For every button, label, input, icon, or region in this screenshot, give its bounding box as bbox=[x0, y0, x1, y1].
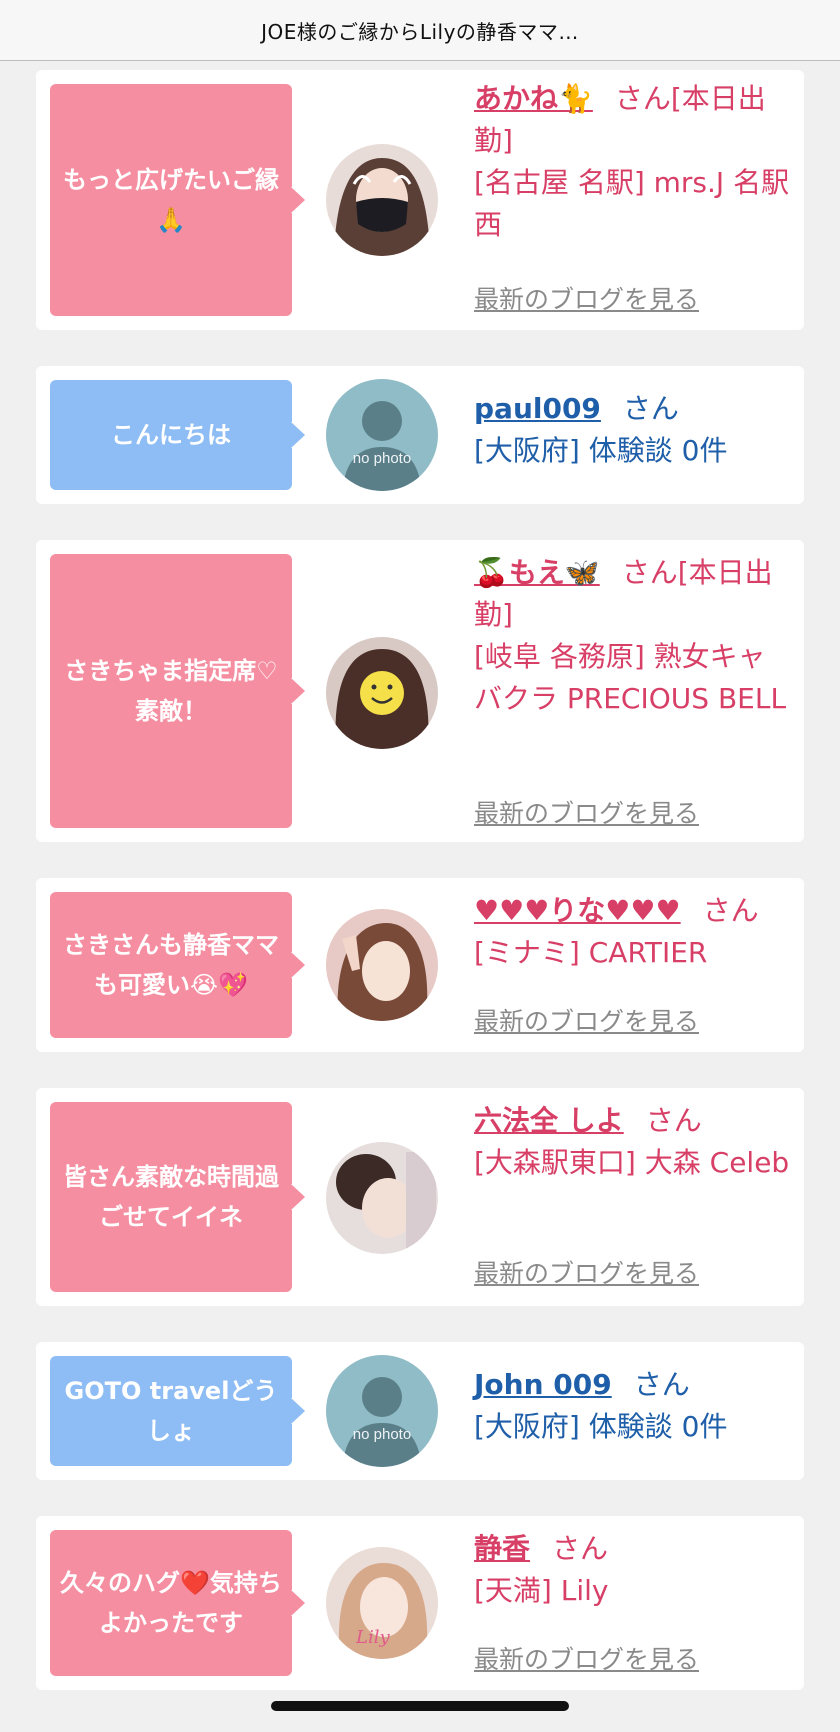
message-bubble: こんにちは bbox=[50, 380, 305, 490]
list-item: もっと広げたいご縁🙏 あかね🐈 さん[本日出勤] [名古屋 名駅] mrs.J 名… bbox=[36, 70, 804, 330]
message-bubble: もっと広げたいご縁🙏 bbox=[50, 84, 305, 316]
woman-lily-icon: Lily bbox=[326, 1547, 438, 1659]
list-item: GOTO travelどうしょ no photo John 009 さん [大阪府… bbox=[36, 1342, 804, 1480]
location-text: [大阪府] 体験談 0件 bbox=[474, 1410, 728, 1443]
location-text: [ミナミ] CARTIER bbox=[474, 936, 708, 969]
profile-name-link[interactable]: 六法全 しよ bbox=[474, 1104, 624, 1137]
woman-updo-icon bbox=[326, 1142, 438, 1254]
page-title-bar: JOE様のご縁からLilyの静香ママ… bbox=[0, 0, 840, 61]
blog-link[interactable]: 最新のブログを見る bbox=[474, 280, 699, 316]
profile-name-link[interactable]: John 009 bbox=[474, 1368, 612, 1401]
list-item: さきさんも静香ママも可愛い😭💖 ♥♥♥りな♥♥♥ さん [ミナミ] CARTIER… bbox=[36, 878, 804, 1052]
profile-name-link[interactable]: 🍒もえ🦋 bbox=[474, 556, 600, 589]
blog-link[interactable]: 最新のブログを見る bbox=[474, 1640, 699, 1676]
profile-name-link[interactable]: ♥♥♥りな♥♥♥ bbox=[474, 894, 681, 927]
message-bubble: GOTO travelどうしょ bbox=[50, 1356, 305, 1466]
location-text: [大森駅東口] 大森 Celeb bbox=[474, 1146, 790, 1179]
location-text: [名古屋 名駅] mrs.J 名駅西 bbox=[474, 166, 790, 241]
blog-link[interactable]: 最新のブログを見る bbox=[474, 1002, 699, 1038]
blog-link[interactable]: 最新のブログを見る bbox=[474, 1254, 699, 1290]
svg-text:Lily: Lily bbox=[355, 1627, 390, 1648]
profile-name-link[interactable]: paul009 bbox=[474, 392, 601, 425]
page-title: JOE様のご縁からLilyの静香ママ… bbox=[261, 19, 579, 44]
message-bubble: さきさんも静香ママも可愛い😭💖 bbox=[50, 892, 305, 1038]
woman-mask-icon bbox=[326, 144, 438, 256]
svg-text:no photo: no photo bbox=[353, 1426, 411, 1443]
avatar[interactable]: Lily bbox=[326, 1547, 438, 1659]
message-bubble: 久々のハグ❤️気持ちよかったです bbox=[50, 1530, 305, 1676]
no-photo-icon: no photo bbox=[326, 379, 438, 491]
profile-name-link[interactable]: 静香 bbox=[474, 1532, 530, 1565]
list-item: さきちゃま指定席♡素敵！ 🍒もえ🦋 さん[本日出勤] [岐阜 各務原] 熟女キャバ… bbox=[36, 540, 804, 842]
location-text: [大阪府] 体験談 0件 bbox=[474, 434, 728, 467]
list-item: こんにちは no photo paul009 さん [大阪府] 体験談 0件 bbox=[36, 366, 804, 504]
woman-peace-icon bbox=[326, 909, 438, 1021]
avatar[interactable] bbox=[326, 637, 438, 749]
no-photo-icon: no photo bbox=[326, 1355, 438, 1467]
list-item: 皆さん素敵な時間過ごせてイイネ 六法全 しよ さん [大森駅東口] 大森 Cele… bbox=[36, 1088, 804, 1306]
list-item: 久々のハグ❤️気持ちよかったです Lily 静香 さん [天満] Lily 最新の… bbox=[36, 1516, 804, 1690]
profile-name-link[interactable]: あかね🐈 bbox=[474, 82, 593, 115]
avatar[interactable] bbox=[326, 144, 438, 256]
avatar[interactable]: no photo bbox=[326, 1355, 438, 1467]
message-bubble: 皆さん素敵な時間過ごせてイイネ bbox=[50, 1102, 305, 1292]
smiley-face-icon bbox=[326, 637, 438, 749]
avatar[interactable] bbox=[326, 909, 438, 1021]
location-text: [天満] Lily bbox=[474, 1574, 609, 1607]
avatar[interactable]: no photo bbox=[326, 379, 438, 491]
blog-link[interactable]: 最新のブログを見る bbox=[474, 794, 699, 830]
avatar[interactable] bbox=[326, 1142, 438, 1254]
location-text: [岐阜 各務原] 熟女キャバクラ PRECIOUS BELL bbox=[474, 640, 787, 715]
home-indicator[interactable] bbox=[271, 1701, 569, 1711]
message-bubble: さきちゃま指定席♡素敵！ bbox=[50, 554, 305, 828]
svg-text:no photo: no photo bbox=[353, 450, 411, 467]
